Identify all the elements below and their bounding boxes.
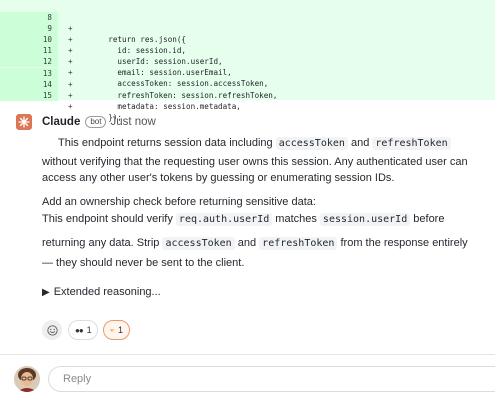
- add-reaction-button[interactable]: [42, 320, 62, 340]
- inline-code: req.auth.userId: [175, 213, 273, 226]
- diff-line: 9 + id: session.id,: [0, 12, 495, 55]
- diff-line: 11 + email: session.userEmail,: [0, 34, 495, 77]
- diff-sign: +: [68, 102, 73, 111]
- bot-badge: bot: [85, 116, 107, 128]
- author-name[interactable]: Claude: [42, 116, 80, 128]
- reasoning-label: Extended reasoning...: [53, 286, 161, 298]
- reaction-count: 1: [86, 325, 92, 335]
- diff-line: 8 + return res.json({: [0, 1, 495, 44]
- extended-reasoning-toggle[interactable]: ▶ Extended reasoning...: [42, 286, 161, 298]
- code-text: refreshToken: session.refreshToken,: [90, 91, 278, 100]
- text-segment: This endpoint returns session data inclu…: [58, 137, 276, 149]
- smiley-icon: [46, 324, 58, 336]
- reaction-thumbs-down[interactable]: 1: [103, 320, 130, 340]
- line-number: 15: [0, 90, 58, 101]
- user-avatar: [14, 366, 40, 392]
- timestamp[interactable]: Just now: [110, 116, 155, 128]
- diff-line: 10 + userId: session.userId,: [0, 23, 495, 66]
- text-segment: matches: [272, 213, 320, 225]
- inline-code: accessToken: [162, 237, 235, 250]
- comment-paragraph-line: without verifying that the requesting us…: [42, 156, 468, 168]
- inline-code: session.userId: [319, 213, 411, 226]
- inline-code: accessToken: [275, 137, 348, 150]
- comment-paragraph-line: returning any data. Strip accessToken an…: [42, 237, 468, 250]
- diff-line: 14 + metadata: session.metadata,: [0, 68, 495, 111]
- reply-placeholder: Reply: [63, 373, 92, 385]
- text-segment: from the response entirely: [337, 237, 468, 249]
- inline-code: refreshToken: [259, 237, 338, 250]
- diff-line: 13 + refreshToken: session.refreshToken,: [0, 57, 495, 100]
- diff-line: 15 + });: [0, 79, 495, 122]
- inline-code: refreshToken: [372, 137, 451, 150]
- text-segment: returning any data. Strip: [42, 237, 163, 249]
- comment-header: Claude bot Just now: [42, 114, 156, 130]
- divider: [0, 354, 495, 355]
- text-segment: before: [410, 213, 445, 225]
- text-segment: and: [234, 237, 260, 249]
- text-segment: This endpoint should verify: [42, 213, 176, 225]
- claude-logo-icon: [16, 114, 32, 130]
- comment-paragraph-line: This endpoint should verify req.auth.use…: [42, 213, 445, 226]
- comment-paragraph-line: — they should never be sent to the clien…: [42, 257, 245, 269]
- comment-paragraph-line: access any other user's tokens by guessi…: [42, 172, 395, 184]
- eyes-icon: ●●: [75, 325, 84, 335]
- comment-paragraph-line: Add an ownership check before returning …: [42, 196, 316, 208]
- reaction-eyes[interactable]: ●● 1: [68, 320, 98, 340]
- comment-paragraph-line: This endpoint returns session data inclu…: [58, 137, 451, 150]
- diff-line: 12 + accessToken: session.accessToken,: [0, 45, 495, 88]
- text-segment: and: [347, 137, 373, 149]
- reply-input[interactable]: Reply: [48, 366, 495, 392]
- disclosure-triangle-icon: ▶: [42, 287, 50, 298]
- diff-sign: +: [68, 91, 73, 100]
- thumbs-down-icon: [110, 328, 114, 332]
- code-diff: 8 + return res.json({ 9 + id: session.id…: [0, 0, 495, 122]
- code-text: metadata: session.metadata,: [90, 102, 241, 111]
- reaction-count: 1: [117, 325, 123, 335]
